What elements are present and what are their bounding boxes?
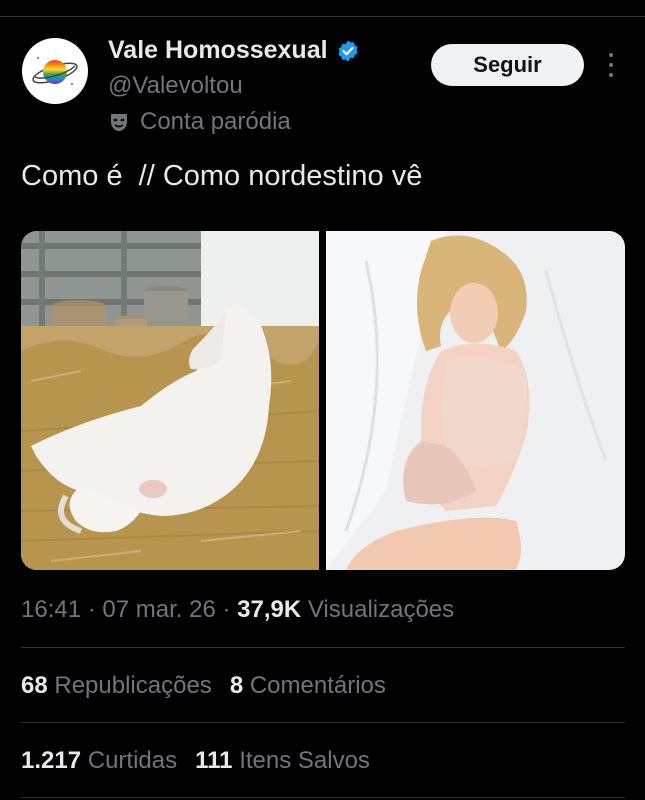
stats-row-likes-saves: 1.217 Curtidas 111 Itens Salvos: [21, 747, 370, 775]
saves-label: Itens Salvos: [239, 747, 370, 774]
author-name-row[interactable]: Vale Homossexual: [108, 36, 360, 65]
post-date[interactable]: 07 mar. 26: [102, 596, 215, 623]
reposts-label: Republicações: [54, 672, 212, 699]
woman-photo[interactable]: [326, 231, 625, 570]
post-time[interactable]: 16:41: [21, 596, 81, 623]
meta-separator: ·: [81, 596, 103, 623]
comments-stat[interactable]: 8 Comentários: [230, 672, 386, 699]
reposts-stat[interactable]: 68 Republicações: [21, 672, 212, 699]
theater-masks-icon: [111, 114, 127, 131]
post-text: Como é // Como nordestino vê: [21, 160, 423, 192]
stats-row-reposts-comments: 68 Republicações 8 Comentários: [21, 672, 386, 700]
rainbow-planet-logo: [32, 57, 78, 85]
follow-button[interactable]: Seguir: [431, 44, 584, 86]
media-grid[interactable]: [21, 231, 625, 570]
parody-label: Conta paródia: [108, 108, 291, 136]
more-vertical-icon[interactable]: [600, 50, 622, 80]
comments-count: 8: [229, 672, 244, 699]
meta-separator: ·: [215, 596, 238, 623]
saves-count: 111: [195, 747, 233, 774]
reposts-count: 68: [21, 672, 48, 699]
views-label: Visualizações: [307, 596, 455, 623]
comments-label: Comentários: [249, 672, 386, 699]
avatar[interactable]: [22, 38, 88, 104]
saves-stat[interactable]: 111 Itens Salvos: [195, 747, 370, 774]
likes-label: Curtidas: [87, 747, 178, 774]
top-divider: [0, 16, 645, 17]
author-name[interactable]: Vale Homossexual: [108, 36, 328, 65]
post-meta: 16:41 · 07 mar. 26 · 37,9K Visualizações: [21, 596, 454, 624]
likes-stat[interactable]: 1.217 Curtidas: [21, 747, 177, 774]
parody-label-text: Conta paródia: [140, 108, 291, 135]
divider: [21, 647, 625, 648]
verified-badge-icon: [338, 40, 358, 61]
horse-photo[interactable]: [21, 231, 319, 570]
likes-count: 1.217: [21, 747, 82, 774]
author-handle[interactable]: @Valevoltou: [108, 72, 243, 100]
divider: [21, 722, 625, 723]
views-count: 37,9K: [237, 596, 302, 623]
divider: [21, 797, 625, 798]
